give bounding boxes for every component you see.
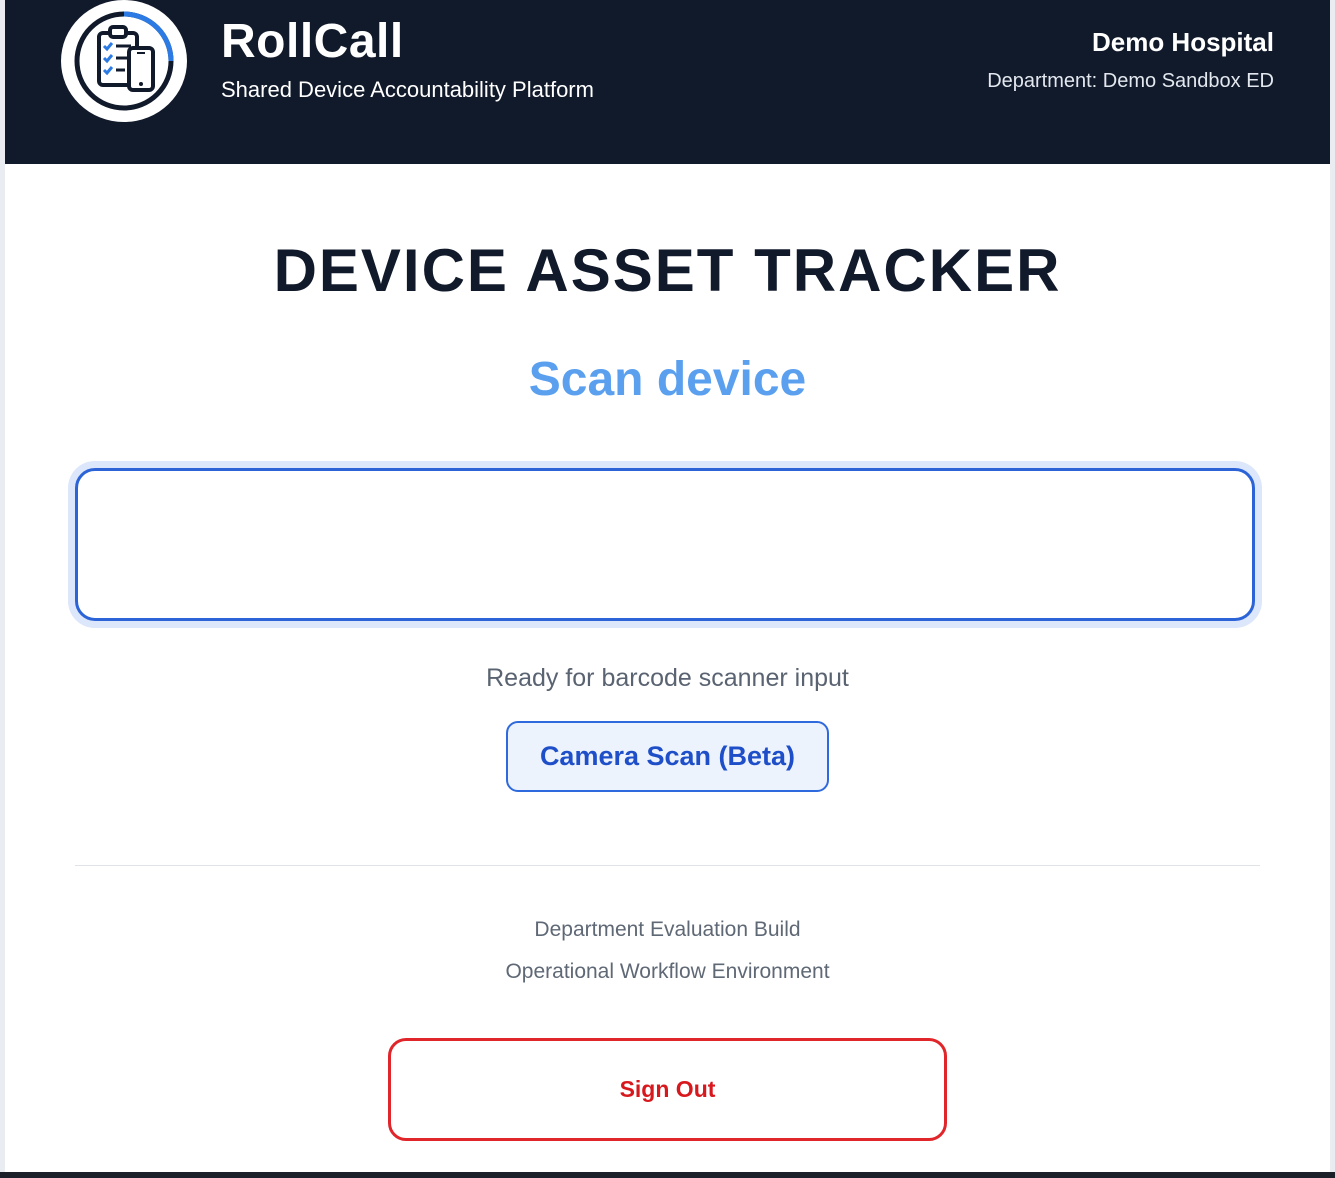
scanner-status-text: Ready for barcode scanner input [486, 664, 849, 692]
department-label: Department: Demo Sandbox ED [987, 70, 1274, 92]
page-title: DEVICE ASSET TRACKER [273, 237, 1062, 304]
camera-scan-button[interactable]: Camera Scan (Beta) [506, 721, 829, 792]
organization-name: Demo Hospital [1091, 27, 1274, 57]
top-header: RollCall Shared Device Accountability Pl… [5, 0, 1330, 164]
section-title: Scan device [528, 353, 807, 406]
app-subtitle: Shared Device Accountability Platform [221, 77, 594, 102]
app-window: RollCall Shared Device Accountability Pl… [5, 0, 1330, 1172]
app-name: RollCall [221, 15, 404, 68]
barcode-scan-input[interactable] [75, 468, 1255, 621]
section-divider [75, 865, 1260, 866]
clipboard-phone-icon [61, 0, 187, 122]
build-label: Department Evaluation Build [534, 918, 801, 941]
window-bottom-edge [0, 1172, 1335, 1178]
sign-out-button[interactable]: Sign Out [388, 1038, 947, 1141]
environment-label: Operational Workflow Environment [505, 960, 830, 983]
